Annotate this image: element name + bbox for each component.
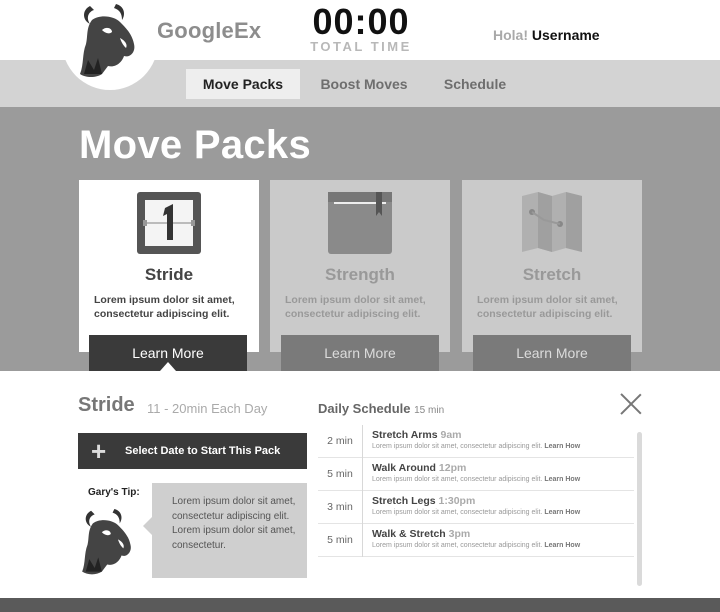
divider bbox=[362, 524, 363, 557]
card-description: Lorem ipsum dolor sit amet, consectetur … bbox=[477, 294, 618, 320]
schedule-item-time: 3pm bbox=[448, 528, 471, 540]
tab-boost-moves[interactable]: Boost Moves bbox=[306, 69, 422, 99]
pack-card-strength[interactable]: Strength Lorem ipsum dolor sit amet, con… bbox=[270, 180, 450, 352]
tab-move-packs[interactable]: Move Packs bbox=[186, 69, 300, 99]
active-card-pointer bbox=[160, 362, 176, 371]
timer-label: TOTAL TIME bbox=[310, 39, 412, 54]
goat-logo-icon bbox=[80, 4, 135, 77]
schedule-row: 5 min Walk & Stretch 3pm Lorem ipsum dol… bbox=[318, 524, 634, 557]
schedule-list: 2 min Stretch Arms 9am Lorem ipsum dolor… bbox=[318, 425, 634, 557]
greeting-text: Hola! bbox=[493, 27, 528, 43]
schedule-item-title: Stretch Legs bbox=[372, 495, 436, 507]
select-date-label: Select Date to Start This Pack bbox=[125, 445, 281, 457]
learn-how-link[interactable]: Learn How bbox=[544, 542, 580, 549]
schedule-item-name: Walk & Stretch 3pm bbox=[372, 528, 470, 540]
footer-bar bbox=[0, 598, 720, 612]
schedule-item-time: 9am bbox=[440, 429, 462, 441]
schedule-item-title: Walk Around bbox=[372, 462, 436, 474]
schedule-scrollbar[interactable] bbox=[637, 432, 642, 586]
tab-schedule[interactable]: Schedule bbox=[428, 69, 522, 99]
pack-name: Stride bbox=[78, 394, 135, 416]
schedule-item-description: Lorem ipsum dolor sit amet, consectetur … bbox=[372, 476, 543, 483]
learn-how-link[interactable]: Learn How bbox=[544, 509, 580, 516]
select-date-button[interactable]: + Select Date to Start This Pack bbox=[78, 433, 307, 469]
schedule-row: 5 min Walk Around 12pm Lorem ipsum dolor… bbox=[318, 458, 634, 491]
schedule-item-text: Lorem ipsum dolor sit amet, consectetur … bbox=[372, 443, 580, 450]
pack-detail-panel: Stride 11 - 20min Each Day + Select Date… bbox=[0, 371, 720, 598]
tip-label: Gary's Tip: bbox=[88, 487, 140, 498]
divider bbox=[362, 425, 363, 458]
learn-more-button-strength[interactable]: Learn More bbox=[281, 335, 439, 371]
schedule-row: 3 min Stretch Legs 1:30pm Lorem ipsum do… bbox=[318, 491, 634, 524]
schedule-item-description: Lorem ipsum dolor sit amet, consectetur … bbox=[372, 542, 543, 549]
learn-more-button-stretch[interactable]: Learn More bbox=[473, 335, 631, 371]
logo[interactable] bbox=[62, 0, 158, 90]
map-icon bbox=[522, 192, 582, 252]
calendar-icon bbox=[137, 192, 201, 254]
pack-card-stretch[interactable]: Stretch Lorem ipsum dolor sit amet, cons… bbox=[462, 180, 642, 352]
schedule-duration: 5 min bbox=[327, 468, 353, 480]
schedule-minutes: 15 min bbox=[414, 405, 445, 416]
schedule-duration: 5 min bbox=[327, 534, 353, 546]
schedule-item-description: Lorem ipsum dolor sit amet, consectetur … bbox=[372, 509, 543, 516]
schedule-item-title: Stretch Arms bbox=[372, 429, 438, 441]
plus-icon: + bbox=[91, 436, 107, 466]
schedule-item-text: Lorem ipsum dolor sit amet, consectetur … bbox=[372, 509, 580, 516]
schedule-item-time: 1:30pm bbox=[438, 495, 476, 507]
user-greeting[interactable]: Hola! Username bbox=[493, 27, 600, 43]
schedule-title: Daily Schedule 15 min bbox=[318, 401, 444, 416]
schedule-duration: 2 min bbox=[327, 435, 353, 447]
schedule-item-title: Walk & Stretch bbox=[372, 528, 446, 540]
goat-mascot-icon bbox=[82, 509, 131, 575]
schedule-item-name: Stretch Arms 9am bbox=[372, 429, 462, 441]
card-title: Stretch bbox=[522, 265, 582, 284]
learn-how-link[interactable]: Learn How bbox=[544, 443, 580, 450]
total-timer: 00:00 TOTAL TIME bbox=[302, 1, 420, 55]
learn-how-link[interactable]: Learn How bbox=[544, 476, 580, 483]
page-title: Move Packs bbox=[79, 123, 312, 167]
schedule-duration: 3 min bbox=[327, 501, 353, 513]
pack-duration: 11 - 20min Each Day bbox=[147, 401, 268, 416]
pack-card-stride[interactable]: Stride Lorem ipsum dolor sit amet, conse… bbox=[79, 180, 259, 352]
card-description: Lorem ipsum dolor sit amet, consectetur … bbox=[285, 294, 426, 320]
tip-bubble: Lorem ipsum dolor sit amet, consectetur … bbox=[143, 483, 307, 578]
card-title: Strength bbox=[325, 265, 395, 284]
schedule-item-description: Lorem ipsum dolor sit amet, consectetur … bbox=[372, 443, 543, 450]
schedule-item-time: 12pm bbox=[438, 462, 467, 474]
move-packs-section: Move Packs Stride Lorem ipsum dolor sit … bbox=[0, 107, 720, 371]
divider bbox=[362, 491, 363, 524]
username[interactable]: Username bbox=[532, 27, 600, 43]
timer-value: 00:00 bbox=[312, 1, 410, 42]
schedule-item-name: Stretch Legs 1:30pm bbox=[372, 495, 475, 507]
divider bbox=[362, 458, 363, 491]
card-description: Lorem ipsum dolor sit amet, consectetur … bbox=[94, 294, 235, 320]
close-icon[interactable] bbox=[620, 393, 642, 415]
schedule-item-text: Lorem ipsum dolor sit amet, consectetur … bbox=[372, 476, 580, 483]
book-icon bbox=[328, 192, 392, 254]
header: GoogleEx 00:00 TOTAL TIME Hola! Username bbox=[0, 0, 720, 90]
schedule-item-text: Lorem ipsum dolor sit amet, consectetur … bbox=[372, 542, 580, 549]
schedule-title-text: Daily Schedule bbox=[318, 401, 411, 416]
card-title: Stride bbox=[144, 265, 194, 284]
schedule-row: 2 min Stretch Arms 9am Lorem ipsum dolor… bbox=[318, 425, 634, 458]
brand-name: GoogleEx bbox=[157, 18, 262, 43]
schedule-item-name: Walk Around 12pm bbox=[372, 462, 466, 474]
